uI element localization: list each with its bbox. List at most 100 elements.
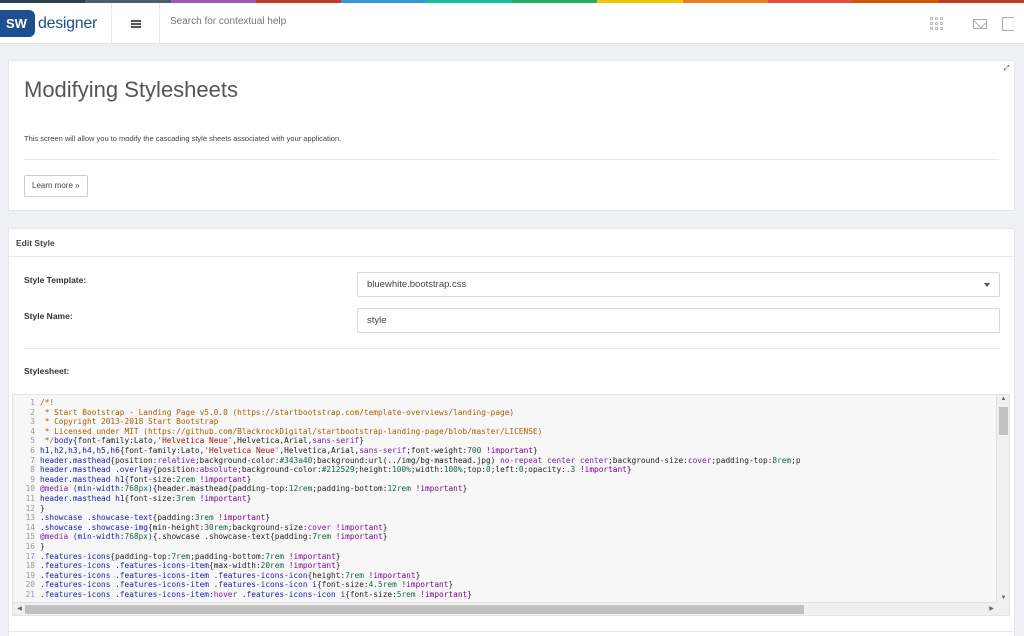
line-number: 5	[30, 436, 35, 446]
logout-button[interactable]	[1002, 3, 1024, 44]
horizontal-scroll-thumb[interactable]	[25, 605, 804, 614]
code-line[interactable]: 15 @media (min-width:768px){.showcase .sh…	[13, 532, 998, 542]
apps-grid-button[interactable]	[914, 3, 958, 44]
code-text[interactable]: .features-icons{padding-top:7rem;padding…	[38, 552, 340, 562]
page-title: Modifying Stylesheets	[24, 77, 238, 102]
scroll-up-icon[interactable]: ▲	[997, 396, 1009, 402]
code-line[interactable]: 1/*!	[13, 398, 998, 408]
line-number: 3	[30, 417, 35, 427]
line-number: 15	[25, 532, 35, 542]
line-number: 21	[25, 589, 35, 599]
learn-more-button[interactable]: Learn more »	[24, 175, 88, 197]
code-text[interactable]: header.masthead{position:relative;backgr…	[38, 456, 801, 466]
code-line[interactable]: 16}	[13, 542, 998, 552]
code-line[interactable]: 21 .features-icons .features-icons-item:h…	[13, 590, 998, 600]
chevron-down-icon	[984, 283, 990, 287]
code-line[interactable]: 18 .features-icons .features-icons-item{m…	[13, 561, 998, 571]
line-number: 17	[25, 551, 35, 561]
code-text[interactable]: header.masthead .overlay{position:absolu…	[38, 465, 632, 475]
code-line[interactable]: 6 h1,h2,h3,h4,h5,h6{font-family:Lato,'Hel…	[13, 446, 998, 456]
mail-icon	[973, 18, 987, 29]
scrollbar-corner	[996, 602, 1009, 615]
code-line[interactable]: 13 .showcase .showcase-text{padding:3rem …	[13, 513, 998, 523]
style-name-value: style	[367, 315, 387, 326]
code-line[interactable]: 14 .showcase .showcase-img{min-height:30r…	[13, 523, 998, 533]
code-text[interactable]: @media (min-width:768px){.showcase .show…	[38, 532, 387, 542]
divider	[24, 159, 999, 160]
code-line[interactable]: 9 header.masthead h1{font-size:2rem !impo…	[13, 475, 998, 485]
code-line[interactable]: 3 * Copyright 2013-2018 Start Bootstrap	[13, 417, 998, 427]
code-text[interactable]: }	[38, 542, 45, 552]
vertical-scroll-thumb[interactable]	[999, 407, 1008, 435]
code-line[interactable]: 4 * Licensed under MIT (https://github.c…	[13, 427, 998, 437]
line-number: 20	[25, 580, 35, 590]
code-text[interactable]: .features-icons .features-icons-item{max…	[38, 561, 340, 571]
code-text[interactable]: .showcase .showcase-text{padding:3rem !i…	[38, 513, 270, 523]
hamburger-icon	[130, 19, 141, 28]
messages-button[interactable]	[958, 3, 1002, 44]
logo-text: designer	[38, 14, 97, 32]
expand-icon[interactable]: ⤢	[1004, 65, 1011, 72]
divider	[9, 631, 1014, 632]
contextual-help-search-input[interactable]	[170, 16, 570, 27]
edit-style-panel: Edit Style Style Template: bluewhite.boo…	[8, 228, 1015, 636]
logo-badge: SW	[0, 10, 35, 37]
code-text[interactable]: .showcase .showcase-img{min-height:30rem…	[38, 523, 387, 533]
logo[interactable]: SW designer	[0, 3, 112, 44]
stylesheet-code-editor[interactable]: 1/*! 2 * Start Bootstrap - Landing Page v…	[12, 394, 1010, 616]
line-number: 10	[25, 484, 35, 494]
stylesheet-label: Stylesheet:	[24, 366, 70, 376]
horizontal-scrollbar[interactable]: ◀ ▶	[13, 602, 998, 615]
code-line[interactable]: 2 * Start Bootstrap - Landing Page v5.0.…	[13, 408, 998, 418]
code-text[interactable]: .features-icons .features-icons-item .fe…	[38, 580, 453, 590]
code-text[interactable]: * Start Bootstrap - Landing Page v5.0.0 …	[38, 408, 514, 418]
line-number: 12	[25, 503, 35, 513]
panel-heading: Edit Style	[9, 229, 1014, 257]
line-number: 1	[30, 398, 35, 407]
code-text[interactable]: header.masthead h1{font-size:2rem !impor…	[38, 475, 251, 485]
code-text[interactable]: .features-icons .features-icons-item .fe…	[38, 571, 420, 581]
line-number: 11	[25, 493, 35, 503]
code-line[interactable]: 8 header.masthead .overlay{position:absol…	[13, 465, 998, 475]
line-number: 18	[25, 561, 35, 571]
line-number: 2	[30, 407, 35, 417]
code-line[interactable]: 19 .features-icons .features-icons-item .…	[13, 571, 998, 581]
sidebar-toggle-button[interactable]	[112, 3, 160, 44]
code-text[interactable]: .features-icons .features-icons-item:hov…	[38, 590, 472, 600]
page-description: This screen will allow you to modify the…	[24, 134, 342, 143]
vertical-scrollbar[interactable]: ▲ ▼	[996, 395, 1009, 602]
line-number: 16	[25, 541, 35, 551]
code-text[interactable]: @media (min-width:768px){header.masthead…	[38, 484, 467, 494]
style-template-label: Style Template:	[24, 275, 87, 285]
style-name-label: Style Name:	[24, 311, 73, 321]
code-line[interactable]: 12}	[13, 504, 998, 514]
code-line[interactable]: 10 @media (min-width:768px){header.masthe…	[13, 484, 998, 494]
code-text[interactable]: */body{font-family:Lato,'Helvetica Neue'…	[38, 436, 364, 446]
line-number: 4	[30, 426, 35, 436]
code-line[interactable]: 20 .features-icons .features-icons-item .…	[13, 580, 998, 590]
line-number: 14	[25, 522, 35, 532]
line-number: 6	[30, 445, 35, 455]
style-name-input[interactable]: style	[357, 308, 1000, 333]
code-text[interactable]: * Licensed under MIT (https://github.com…	[38, 427, 543, 437]
line-number: 13	[25, 513, 35, 523]
code-line[interactable]: 7 header.masthead{position:relative;backg…	[13, 456, 998, 466]
code-text[interactable]: /*!	[38, 398, 54, 408]
intro-panel: ⤢ Modifying Stylesheets This screen will…	[8, 60, 1015, 211]
scroll-down-icon[interactable]: ▼	[997, 595, 1009, 601]
style-template-value: bluewhite.bootstrap.css	[367, 279, 467, 290]
line-number: 9	[30, 474, 35, 484]
code-text[interactable]: h1,h2,h3,h4,h5,h6{font-family:Lato,'Helv…	[38, 446, 538, 456]
code-line[interactable]: 17 .features-icons{padding-top:7rem;paddi…	[13, 552, 998, 562]
line-number: 19	[25, 570, 35, 580]
style-template-select[interactable]: bluewhite.bootstrap.css	[357, 272, 1000, 297]
code-text[interactable]: }	[38, 504, 45, 514]
code-text[interactable]: header.masthead h1{font-size:3rem !impor…	[38, 494, 251, 504]
exit-icon	[1002, 16, 1014, 31]
code-line[interactable]: 11 header.masthead h1{font-size:3rem !imp…	[13, 494, 998, 504]
divider	[24, 348, 999, 349]
top-header: SW designer	[0, 3, 1024, 44]
code-text[interactable]: * Copyright 2013-2018 Start Bootstrap	[38, 417, 219, 427]
code-lines[interactable]: 1/*! 2 * Start Bootstrap - Landing Page v…	[13, 398, 998, 599]
code-line[interactable]: 5 */body{font-family:Lato,'Helvetica Neu…	[13, 436, 998, 446]
